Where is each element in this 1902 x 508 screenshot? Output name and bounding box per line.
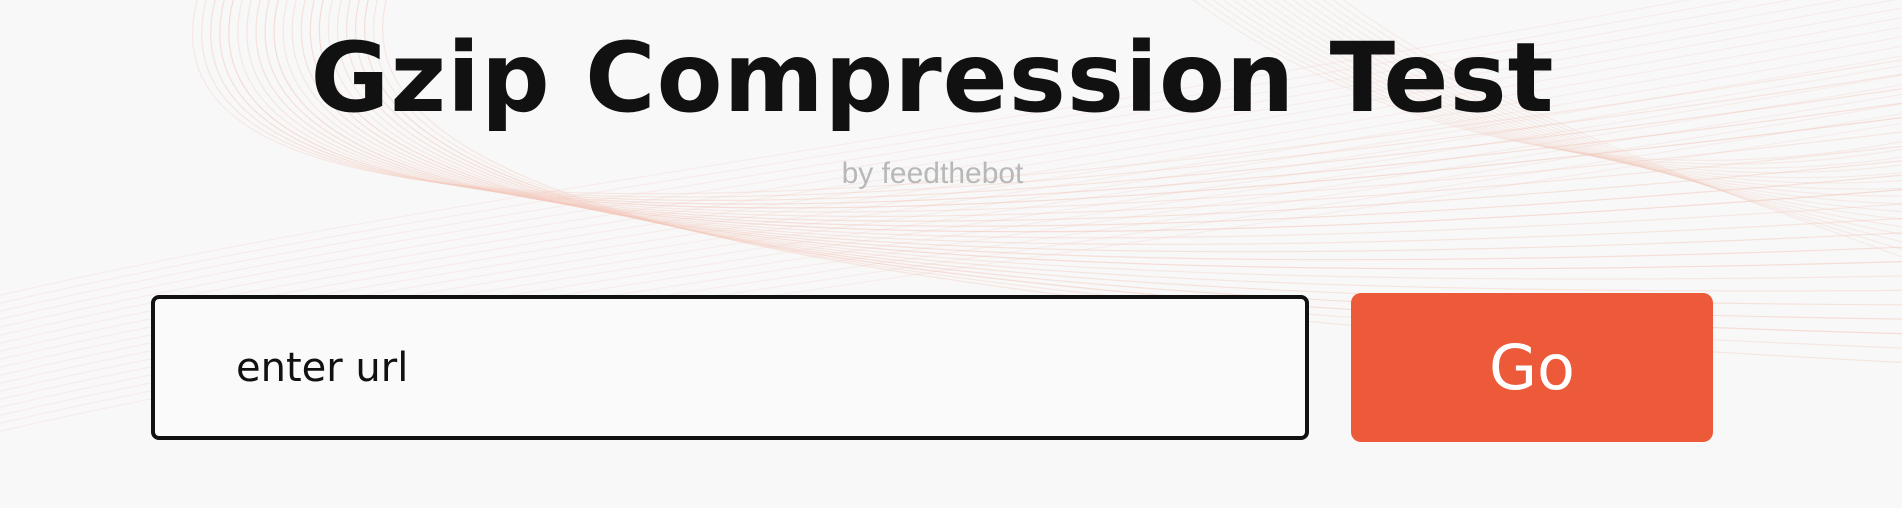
go-button[interactable]: Go: [1351, 293, 1713, 442]
main-content: Gzip Compression Test by feedthebot Go: [0, 0, 1902, 508]
url-input[interactable]: [151, 295, 1309, 440]
page-title: Gzip Compression Test: [310, 22, 1555, 134]
byline: by feedthebot: [841, 157, 1024, 190]
